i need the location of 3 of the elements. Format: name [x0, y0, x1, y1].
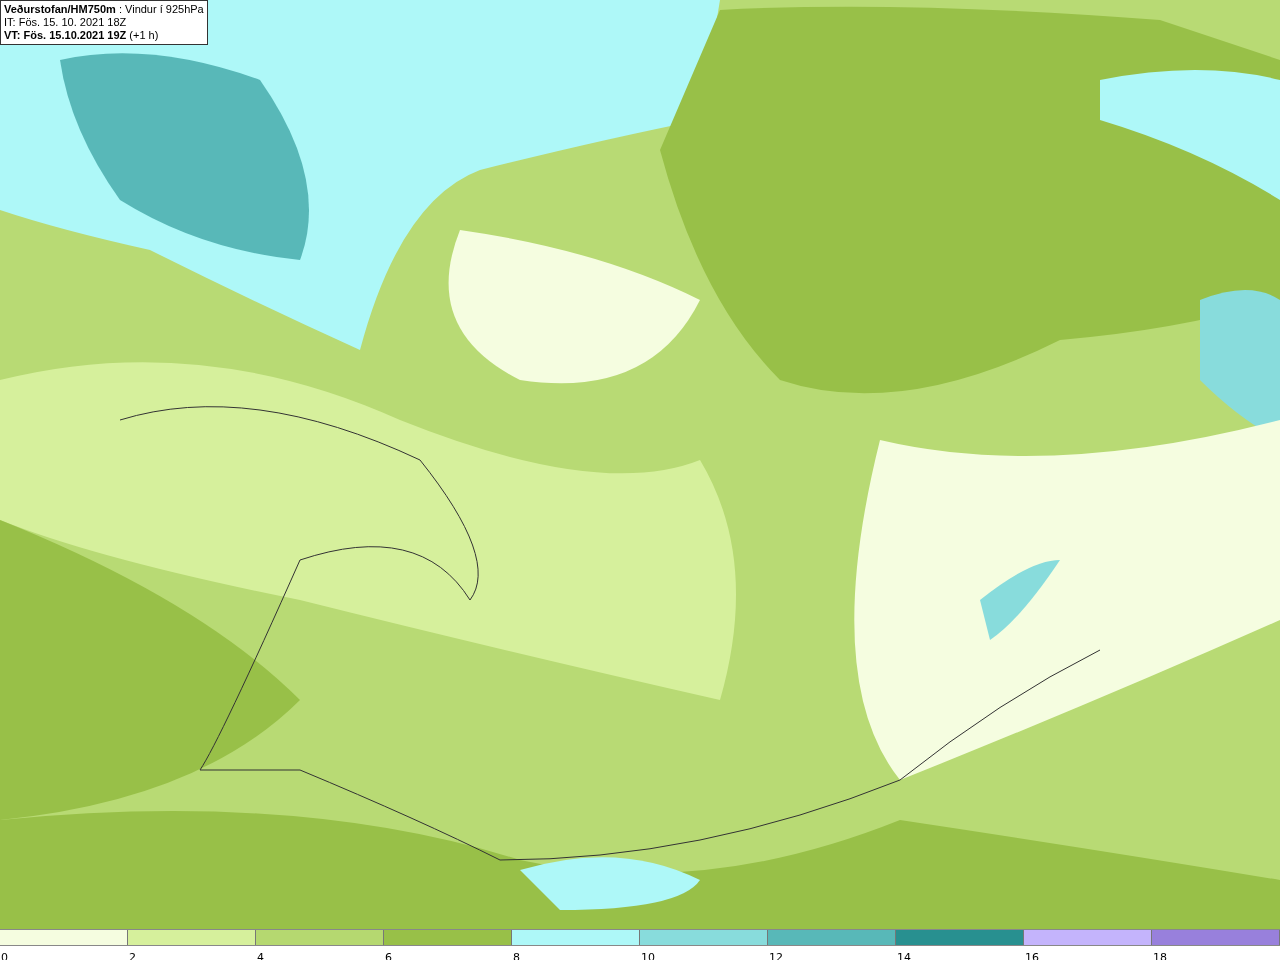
map-title-line: Veðurstofan/HM750m : Vindur í 925hPa	[4, 3, 204, 16]
map-title-line: IT: Fös. 15. 10. 2021 18Z	[4, 16, 128, 29]
map-title-line: VT: Fös. 15.10.2021 19Z (+1 h)	[4, 29, 160, 42]
